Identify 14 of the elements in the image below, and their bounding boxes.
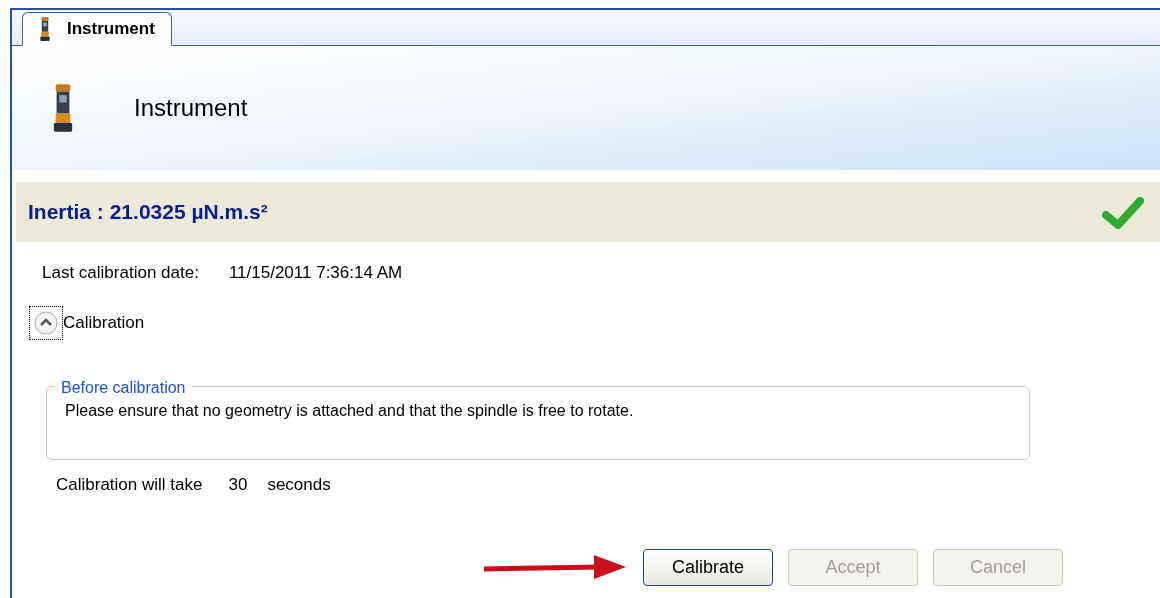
collapse-button[interactable] xyxy=(29,305,63,340)
section-label: Calibration xyxy=(63,311,145,334)
instrument-icon xyxy=(39,17,51,41)
instrument-icon xyxy=(52,83,74,133)
duration-label: Calibration will take xyxy=(56,473,203,496)
page-title: Instrument xyxy=(134,93,248,123)
instruction-text: Please ensure that no geometry is attached and that the spindle is free to rotate. xyxy=(65,401,634,419)
action-button[interactable]: Calibrate xyxy=(643,549,773,586)
inertia-result: Inertia : 21.0325 µN.m.s² xyxy=(28,199,268,226)
duration-unit: seconds xyxy=(267,473,331,496)
field-value: 11/15/2011 7:36:14 AM xyxy=(228,262,403,284)
field-label: Last calibration date: xyxy=(42,262,199,284)
duration-value: 30 xyxy=(228,473,248,496)
tab[interactable]: Instrument xyxy=(22,12,172,46)
